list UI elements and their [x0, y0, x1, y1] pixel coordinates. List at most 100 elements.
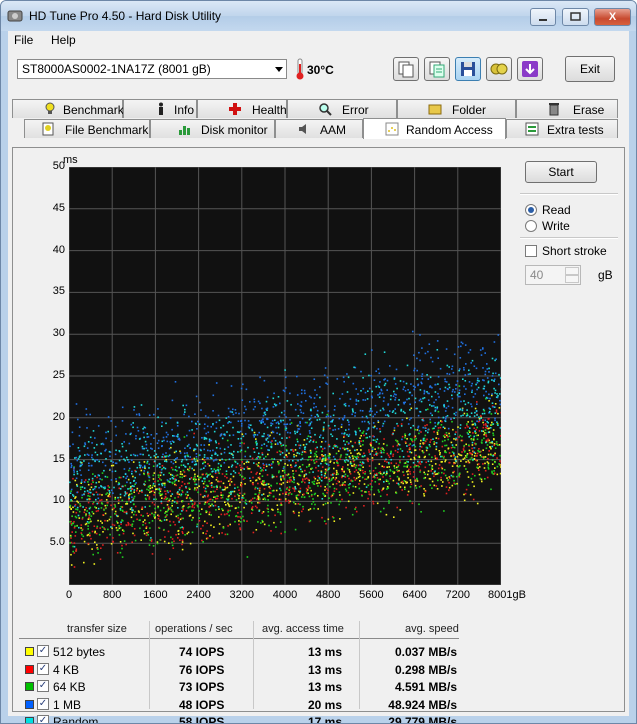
scatter-point	[159, 474, 162, 477]
scatter-point	[284, 463, 286, 465]
scatter-point	[119, 541, 122, 543]
scatter-point	[171, 493, 174, 495]
tab-health[interactable]: Health	[197, 99, 287, 118]
scatter-point	[281, 437, 283, 439]
scatter-point	[346, 391, 349, 393]
scatter-point	[201, 458, 204, 460]
scatter-point	[130, 423, 133, 426]
scatter-point	[438, 396, 440, 398]
scatter-point	[426, 424, 428, 426]
scatter-point	[254, 505, 257, 508]
scatter-point	[92, 501, 95, 504]
scatter-point	[368, 491, 370, 493]
scatter-point	[306, 492, 308, 494]
tab-random-access[interactable]: Random Access	[363, 118, 506, 139]
scatter-point	[359, 475, 361, 478]
scatter-point	[422, 439, 425, 442]
series-visible-checkbox[interactable]: ✓	[37, 715, 49, 723]
exit-button[interactable]: Exit	[565, 56, 615, 82]
tab-aam[interactable]: AAM	[275, 119, 363, 138]
scatter-point	[93, 525, 96, 527]
scatter-point	[453, 479, 455, 482]
menu-help[interactable]: Help	[51, 33, 76, 47]
scatter-point	[72, 550, 74, 553]
short-stroke-checkbox[interactable]	[525, 245, 537, 257]
scatter-point	[216, 497, 219, 500]
series-visible-checkbox[interactable]: ✓	[37, 680, 49, 692]
stroke-size-spinner[interactable]: 40	[525, 265, 581, 285]
scatter-point	[201, 480, 204, 482]
scatter-point	[299, 444, 302, 447]
download-button[interactable]	[517, 57, 543, 81]
scatter-point	[478, 469, 480, 471]
save-button[interactable]	[455, 57, 481, 81]
scatter-point	[175, 450, 177, 453]
scatter-point	[221, 488, 224, 491]
tab-info[interactable]: Info	[123, 99, 197, 118]
scatter-point	[283, 413, 286, 416]
tab-file-benchmark[interactable]: File Benchmark	[24, 119, 150, 138]
scatter-point	[491, 375, 494, 377]
minimize-button[interactable]	[530, 8, 556, 26]
maximize-button[interactable]	[562, 8, 589, 26]
scatter-point	[121, 443, 123, 445]
scatter-point	[151, 512, 153, 515]
scatter-point	[387, 404, 389, 406]
drive-select[interactable]: ST8000AS0002-1NA17Z (8001 gB)	[17, 59, 287, 79]
scatter-point	[150, 443, 152, 445]
scatter-point	[79, 455, 81, 457]
scatter-point	[220, 465, 222, 467]
scatter-point	[304, 451, 307, 454]
scatter-point	[278, 433, 281, 436]
tab-extra-tests[interactable]: Extra tests	[506, 119, 618, 138]
tab-benchmark[interactable]: Benchmark	[12, 99, 124, 118]
scatter-point	[278, 422, 280, 425]
scatter-point	[171, 428, 173, 431]
scatter-point	[182, 464, 185, 466]
scatter-point	[131, 496, 133, 499]
scatter-point	[399, 455, 401, 458]
series-visible-checkbox[interactable]: ✓	[37, 662, 49, 675]
scatter-point	[353, 471, 356, 473]
scatter-point	[467, 461, 470, 464]
scatter-point	[428, 392, 430, 395]
tab-erase[interactable]: Erase	[516, 99, 618, 118]
scatter-point	[455, 384, 457, 386]
series-visible-checkbox[interactable]: ✓	[37, 645, 49, 657]
scatter-point	[263, 466, 265, 469]
copy-button[interactable]	[393, 57, 419, 81]
scatter-point	[431, 465, 434, 467]
spin-down-icon[interactable]	[565, 275, 579, 283]
spin-up-icon[interactable]	[565, 267, 579, 275]
scatter-point	[347, 376, 350, 379]
tab-error-scan[interactable]: Error Scan	[287, 99, 397, 131]
scatter-point	[387, 480, 389, 483]
scatter-point	[482, 419, 484, 421]
screenshot-button[interactable]	[486, 57, 512, 81]
scatter-point	[167, 506, 170, 508]
series-visible-checkbox[interactable]: ✓	[37, 697, 49, 710]
scatter-point	[439, 453, 441, 456]
start-button[interactable]: Start	[525, 161, 597, 183]
copy-text-button[interactable]	[424, 57, 450, 81]
scatter-point	[239, 516, 241, 518]
write-radio[interactable]	[525, 220, 537, 232]
scatter-point	[100, 507, 103, 509]
tab-folder-usage[interactable]: Folder Usage	[397, 99, 516, 131]
scatter-point	[98, 474, 100, 477]
scatter-point	[280, 411, 283, 414]
tab-disk-monitor[interactable]: Disk monitor	[150, 119, 275, 138]
menu-file[interactable]: File	[14, 33, 33, 47]
read-radio[interactable]	[525, 204, 537, 216]
scatter-point	[70, 535, 72, 538]
scatter-point	[97, 548, 99, 550]
scatter-point	[397, 404, 400, 406]
scatter-point	[69, 542, 71, 544]
scatter-point	[476, 454, 478, 457]
close-button[interactable]: X	[594, 8, 631, 26]
title-bar[interactable]: HD Tune Pro 4.50 - Hard Disk Utility X	[1, 1, 636, 31]
scatter-point	[191, 504, 194, 507]
scatter-point	[250, 471, 253, 473]
scatter-point	[187, 463, 189, 465]
scatter-point	[262, 421, 264, 424]
